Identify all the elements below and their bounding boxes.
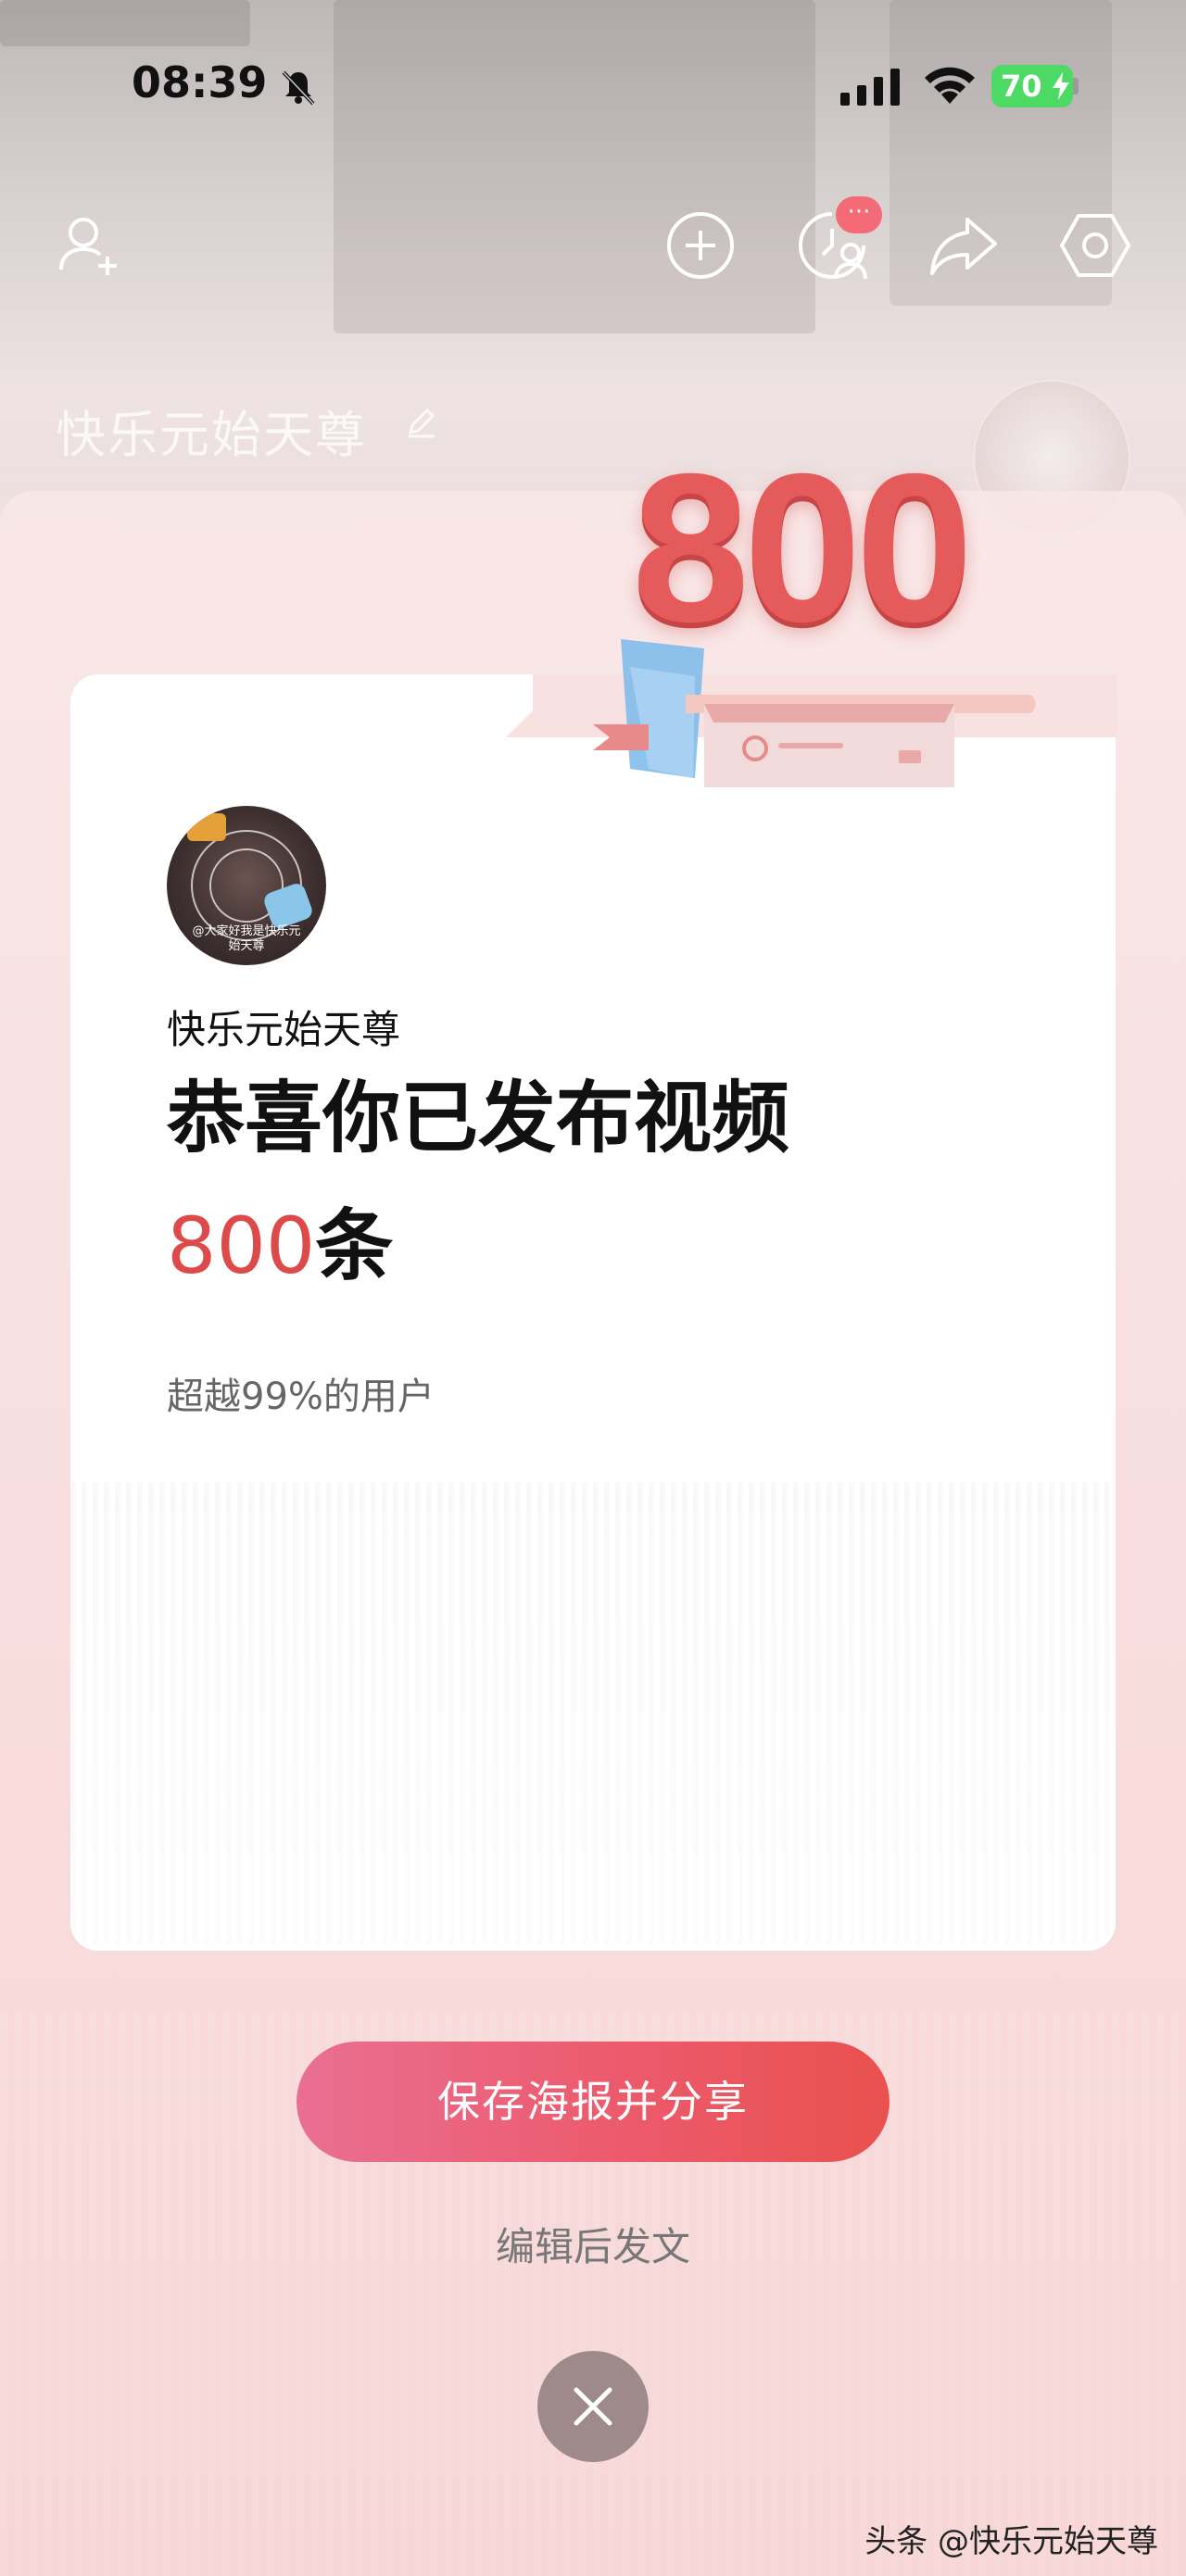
wifi-icon [925, 67, 975, 104]
video-count: 800 [167, 1200, 316, 1291]
save-poster-share-button[interactable]: 保存海报并分享 [296, 2042, 890, 2162]
avatar-badge [187, 813, 226, 841]
count-unit: 条 [315, 1200, 394, 1291]
card-count-line: 800条 [167, 1195, 393, 1297]
background-photo-frame [334, 0, 815, 333]
watermark: 头条 @快乐元始天尊 [864, 2523, 1158, 2560]
background-photo-frame [0, 0, 250, 46]
notification-badge: ··· [836, 196, 882, 233]
charging-bolt-icon [1053, 72, 1069, 100]
user-avatar[interactable]: @大家好我是快乐元 始天尊 [167, 806, 326, 965]
card-subtext: 超越99%的用户 [167, 1376, 435, 1418]
battery-indicator: 70 [991, 65, 1073, 107]
milestone-number-graphic: 800 [632, 431, 973, 666]
background-profile-name: 快乐元始天尊 [56, 406, 367, 464]
card-headline: 恭喜你已发布视频 [167, 1073, 790, 1163]
add-circle-icon[interactable] [663, 208, 738, 283]
add-friend-icon[interactable] [54, 208, 128, 283]
battery-level: 70 [1001, 69, 1042, 104]
cellular-signal-icon [840, 69, 900, 106]
card-decoration-stripes [70, 1482, 1116, 1945]
edit-pencil-icon [408, 408, 435, 438]
settings-icon[interactable] [1058, 208, 1132, 283]
status-time: 08:39 [132, 57, 268, 107]
card-username: 快乐元始天尊 [167, 1007, 401, 1052]
avatar-caption: @大家好我是快乐元 始天尊 [192, 924, 301, 953]
close-button[interactable] [537, 2351, 649, 2462]
close-icon [574, 2387, 612, 2426]
share-icon[interactable] [927, 208, 1001, 283]
battery-tip [1073, 78, 1079, 94]
bell-muted-icon [282, 70, 315, 106]
edit-then-post-link[interactable]: 编辑后发文 [0, 2216, 1186, 2272]
